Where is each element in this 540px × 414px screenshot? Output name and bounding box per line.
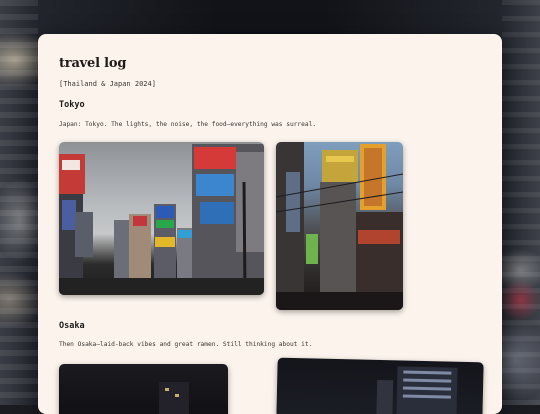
section-heading-tokyo: Tokyo [59,100,85,110]
tokyo-street-photo[interactable] [59,142,264,295]
osaka-night-photo[interactable] [59,364,228,414]
page-subtitle: [Thailand & Japan 2024] [59,80,156,88]
section-text-osaka: Then Osaka—laid-back vibes and great ram… [59,341,313,348]
tokyo-alley-photo[interactable] [276,142,403,310]
section-heading-osaka: Osaka [59,321,85,331]
osaka-skyline-photo[interactable] [276,357,484,414]
section-text-tokyo: Japan: Tokyo. The lights, the noise, the… [59,121,317,128]
travel-log-card: travel log [Thailand & Japan 2024] Tokyo… [38,34,502,414]
page-title: travel log [59,56,127,71]
